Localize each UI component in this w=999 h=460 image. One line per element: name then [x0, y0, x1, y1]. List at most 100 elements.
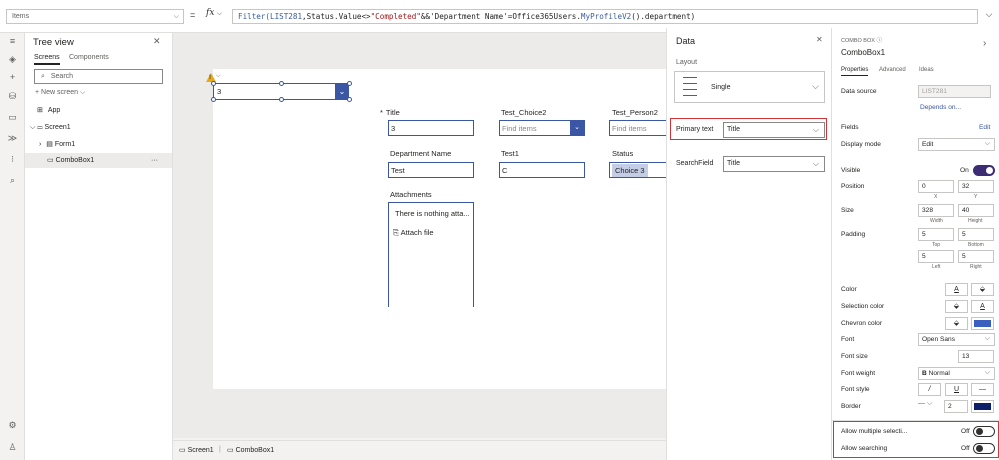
resize-handle[interactable] [279, 81, 284, 86]
visible-toggle[interactable] [973, 165, 995, 176]
variables-icon[interactable]: ⁝ [6, 153, 19, 166]
highlight-box [670, 118, 827, 140]
padding-top-input[interactable]: 5 [918, 228, 954, 241]
font-weight-dropdown[interactable]: B Normal ⌵ [918, 367, 995, 380]
resize-handle[interactable] [211, 81, 216, 86]
display-mode-value: Edit [922, 141, 934, 148]
plus-icon: + [35, 89, 40, 96]
tab-components[interactable]: Components [69, 54, 109, 61]
border-thickness-input[interactable]: 2 [944, 400, 968, 413]
more-options-icon[interactable]: ··· [151, 153, 158, 168]
position-y-input[interactable]: 32 [958, 180, 994, 193]
test-person2-combobox[interactable]: Find items [609, 120, 666, 136]
strikethrough-icon[interactable]: — [971, 383, 994, 396]
resize-handle[interactable] [279, 97, 284, 102]
tree-item-form1[interactable]: › ▤ Form1 [25, 137, 172, 152]
highlight-box [833, 421, 999, 458]
tree-search-input[interactable]: ⌕ Search [34, 69, 163, 84]
layout-dropdown[interactable]: Single ⌵ [674, 71, 825, 103]
padding-bottom-input[interactable]: 5 [958, 228, 994, 241]
help-icon[interactable]: ⓘ [876, 38, 882, 44]
formula-input[interactable]: Filter(LIST281,Status.Value<>"Completed"… [232, 9, 978, 24]
border-style-dropdown[interactable]: — ⌵ [918, 400, 932, 408]
fx-button[interactable]: fx ⌵ [206, 8, 231, 24]
tab-properties[interactable]: Properties [841, 67, 869, 76]
depends-on-link[interactable]: Depends on... [920, 104, 961, 111]
color-swatch [974, 320, 991, 327]
tree-item-label: App [47, 107, 61, 114]
search-field-dropdown[interactable]: Title ⌵ [723, 156, 825, 172]
chevron-right-icon[interactable]: › [983, 38, 986, 49]
breadcrumb-screen1[interactable]: ▭ Screen1 [179, 446, 214, 454]
fx-label: fx [206, 8, 215, 18]
underline-icon[interactable]: U [945, 383, 968, 396]
chevron-right-icon: › [39, 141, 42, 148]
height-caption: Height [968, 218, 983, 224]
data-source-field[interactable]: LIST281 [918, 85, 991, 98]
font-size-input[interactable]: 13 [958, 350, 994, 363]
search-icon[interactable]: ⌕ [6, 174, 19, 187]
border-color-swatch[interactable] [971, 400, 994, 413]
tab-ideas[interactable]: Ideas [919, 67, 934, 73]
padding-left-input[interactable]: 5 [918, 250, 954, 263]
combobox-icon: ▭ [227, 447, 234, 454]
tree-item-combobox1[interactable]: ▭ ComboBox1 ··· [25, 153, 172, 168]
close-icon[interactable]: ✕ [153, 36, 161, 47]
height-input[interactable]: 40 [958, 204, 994, 217]
attach-file-label: Attach file [400, 228, 434, 237]
resize-handle[interactable] [211, 97, 216, 102]
new-screen-label: New screen [41, 89, 79, 96]
database-icon[interactable]: ⛁ [6, 90, 19, 103]
width-input[interactable]: 328 [918, 204, 954, 217]
formula-part: ,Status.Value<> [302, 12, 371, 21]
resize-handle[interactable] [347, 81, 352, 86]
fields-edit-link[interactable]: Edit [979, 124, 990, 131]
attachments-label: Attachments [390, 190, 432, 199]
chevron-down-icon: ⌵ [79, 89, 86, 96]
status-combobox[interactable]: Choice 3 [609, 162, 666, 178]
left-caption: Left [932, 264, 941, 270]
selection-fill-icon[interactable]: ⬙ [945, 300, 968, 313]
breadcrumb-combobox1[interactable]: ▭ ComboBox1 [227, 446, 274, 454]
display-mode-dropdown[interactable]: Edit ⌵ [918, 138, 995, 151]
hamburger-menu-icon[interactable]: ≡ [6, 35, 19, 48]
left-rail: ≡ ◈ + ⛁ ▭ ≫ ⁝ ⌕ ⚙ ♙ [0, 33, 25, 460]
tab-advanced[interactable]: Advanced [879, 67, 906, 73]
font-color-icon[interactable]: A [945, 283, 968, 296]
department-name-input[interactable]: Test [388, 162, 474, 178]
test-choice2-combobox[interactable]: Find items ⌄ [499, 120, 585, 136]
title-input[interactable]: 3 [388, 120, 474, 136]
test1-input[interactable]: C [499, 162, 585, 178]
italic-icon[interactable]: / [918, 383, 941, 396]
tab-screens[interactable]: Screens [34, 54, 60, 65]
search-field-label: SearchField [676, 160, 714, 167]
formula-part: ().department) [631, 12, 696, 21]
font-dropdown[interactable]: Open Sans ⌵ [918, 333, 995, 346]
resize-handle[interactable] [347, 97, 352, 102]
attach-file-button[interactable]: ⎘ Attach file [393, 228, 434, 238]
title-field-label: * Title [380, 108, 400, 117]
chevron-down-icon[interactable]: ⌄ [570, 121, 584, 135]
power-automate-icon[interactable]: ≫ [6, 132, 19, 145]
selection-font-color-icon[interactable]: A [971, 300, 994, 313]
account-icon[interactable]: ♙ [6, 441, 19, 454]
close-icon[interactable]: ✕ [816, 35, 823, 44]
status-selected-chip[interactable]: Choice 3 [612, 164, 648, 177]
property-dropdown[interactable]: Items ⌵ [6, 9, 184, 24]
chevron-color-swatch[interactable] [971, 317, 994, 330]
new-screen-button[interactable]: + New screen ⌵ [35, 89, 85, 97]
settings-icon[interactable]: ⚙ [6, 419, 19, 432]
position-x-input[interactable]: 0 [918, 180, 954, 193]
expand-formula-chevron-icon[interactable]: ⌵ [982, 9, 996, 24]
tree-item-app[interactable]: ⊞ App [25, 103, 172, 118]
plus-icon[interactable]: + [6, 71, 19, 84]
tree-item-screen1[interactable]: ⌵ ▭ Screen1 [25, 120, 172, 135]
padding-right-input[interactable]: 5 [958, 250, 994, 263]
screen-icon: ▭ [37, 124, 43, 131]
layers-icon[interactable]: ◈ [6, 53, 19, 66]
media-icon[interactable]: ▭ [6, 111, 19, 124]
department-name-label: Department Name [390, 149, 452, 158]
fill-color-icon[interactable]: ⬙ [971, 283, 994, 296]
formula-part: &&'Department Name'=Office365Users. [420, 12, 581, 21]
chevron-fill-icon[interactable]: ⬙ [945, 317, 968, 330]
